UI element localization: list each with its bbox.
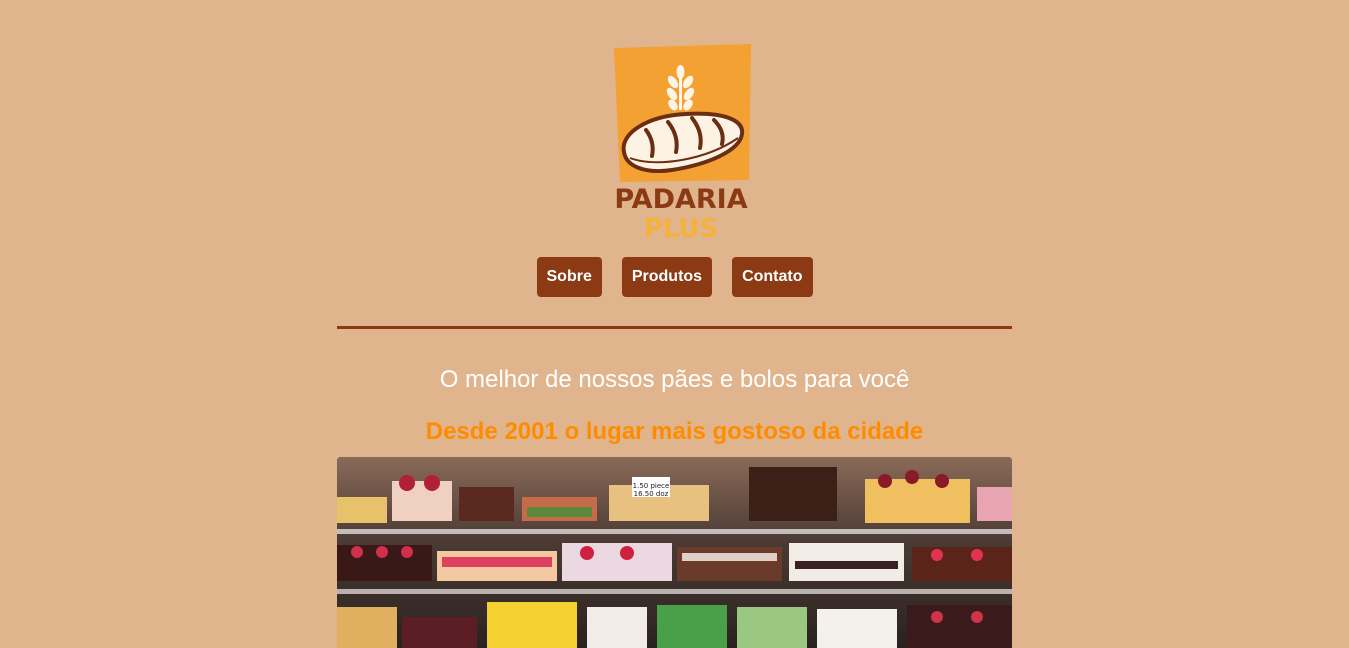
logo-line2: PLUS xyxy=(644,214,719,242)
hero-subheadline: Desde 2001 o lugar mais gostoso da cidad… xyxy=(425,418,924,445)
price-tag-line2: 16.50 doz xyxy=(634,490,669,498)
nav-sobre-button[interactable]: Sobre xyxy=(536,257,602,297)
logo-line1: PADARIA xyxy=(614,184,747,215)
main-nav: Sobre Produtos Contato xyxy=(0,257,1349,297)
logo-graphic: PADARIA PLUS xyxy=(614,44,751,242)
page: PADARIA PLUS Sobre Produtos Contato O me… xyxy=(0,0,1349,648)
hero-headline: O melhor de nossos pães e bolos para voc… xyxy=(439,366,910,393)
showcase-graphic: 1.50 piece 16.50 doz xyxy=(337,457,1012,648)
nav-produtos-button[interactable]: Produtos xyxy=(621,257,713,297)
nav-contato-button[interactable]: Contato xyxy=(732,257,813,297)
price-tag-line1: 1.50 piece xyxy=(633,482,670,490)
header-divider xyxy=(337,326,1012,329)
pastry-showcase-image: 1.50 piece 16.50 doz xyxy=(337,457,1012,648)
padaria-plus-logo[interactable]: PADARIA PLUS xyxy=(606,42,756,242)
